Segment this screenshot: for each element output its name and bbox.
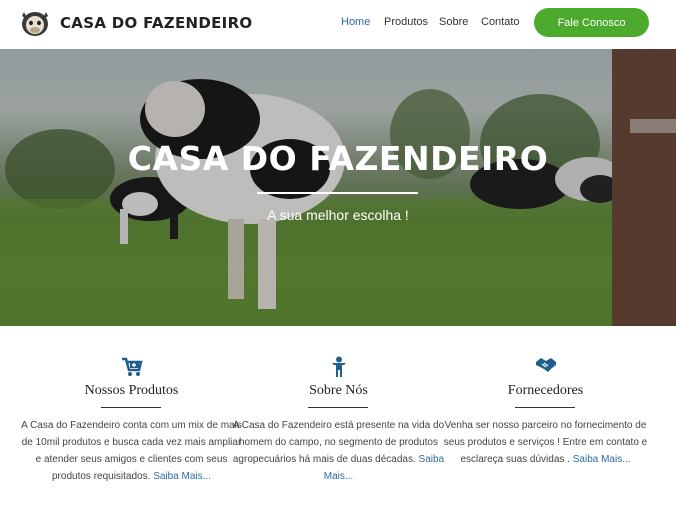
feature-divider	[101, 407, 161, 408]
handshake-icon	[535, 358, 556, 372]
feature-text: A Casa do Fazendeiro está presente na vi…	[226, 417, 451, 485]
feature-text: Venha ser nosso parceiro no fornecimento…	[433, 417, 658, 468]
saiba-mais-link[interactable]: Saiba Mais...	[573, 454, 631, 465]
nav-sobre[interactable]: Sobre	[439, 16, 468, 28]
cart-icon	[121, 357, 143, 376]
feature-text: A Casa do Fazendeiro conta com um mix de…	[19, 417, 244, 485]
fale-conosco-button[interactable]: Fale Conosco	[534, 8, 649, 37]
hero-overlay	[0, 49, 676, 326]
person-icon	[331, 356, 346, 377]
nav-contato[interactable]: Contato	[481, 16, 520, 28]
feature-fornecedores: Fornecedores Venha ser nosso parceiro no…	[433, 326, 658, 507]
brand-name[interactable]: CASA DO FAZENDEIRO	[60, 14, 252, 32]
feature-title: Sobre Nós	[309, 383, 368, 398]
nav-home[interactable]: Home	[341, 16, 370, 28]
feature-sobre: Sobre Nós A Casa do Fazendeiro está pres…	[226, 326, 451, 507]
hero-divider	[257, 192, 418, 194]
hero-subtitle: A sua melhor escolha !	[267, 207, 409, 223]
feature-title: Fornecedores	[507, 383, 584, 398]
feature-description: A Casa do Fazendeiro está presente na vi…	[232, 420, 445, 465]
cow-logo-icon[interactable]	[18, 8, 52, 38]
hero-banner: CASA DO FAZENDEIRO A sua melhor escolha …	[0, 49, 676, 326]
feature-title: Nossos Produtos	[84, 383, 179, 398]
feature-divider	[515, 407, 575, 408]
saiba-mais-link[interactable]: Saiba Mais...	[153, 471, 211, 482]
feature-divider	[308, 407, 368, 408]
hero-title: CASA DO FAZENDEIRO	[127, 139, 549, 178]
nav-produtos[interactable]: Produtos	[384, 16, 428, 28]
feature-produtos: Nossos Produtos A Casa do Fazendeiro con…	[19, 326, 244, 507]
site-header: CASA DO FAZENDEIRO Home Produtos Sobre C…	[0, 0, 676, 49]
